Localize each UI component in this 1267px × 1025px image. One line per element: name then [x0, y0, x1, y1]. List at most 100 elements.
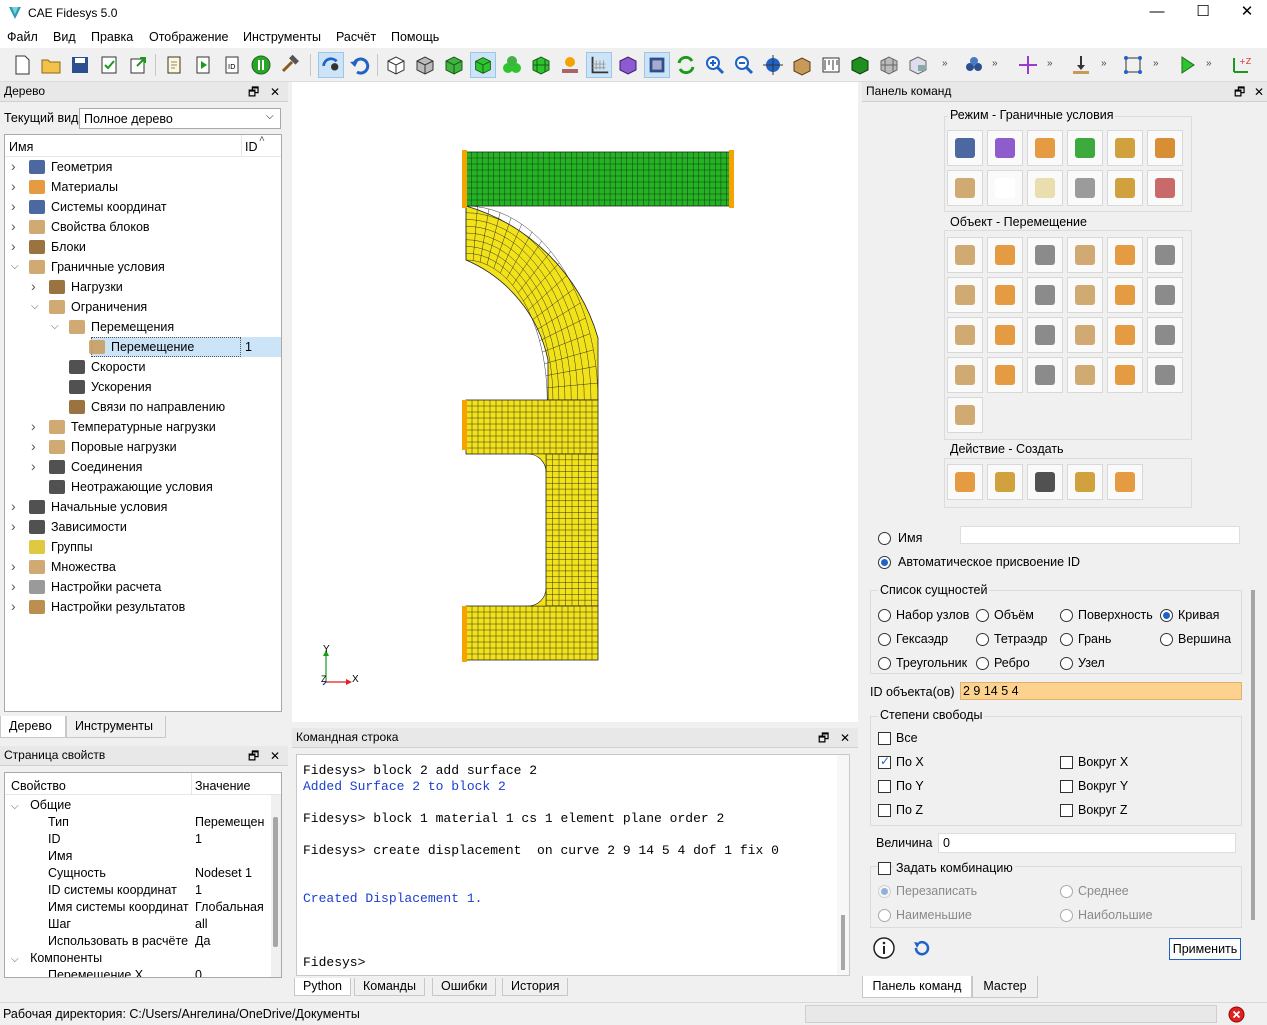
property-value[interactable]: 1: [195, 882, 269, 899]
tree-item[interactable]: › Системы координат: [5, 197, 281, 217]
joint-obj-icon[interactable]: [1067, 277, 1103, 313]
current-view-select[interactable]: Полное дерево ⌵: [79, 108, 281, 129]
chevron-right-icon[interactable]: ›: [11, 236, 21, 256]
direction-obj-icon[interactable]: [1147, 357, 1183, 393]
dof-checkbox[interactable]: [1060, 804, 1073, 817]
script-icon[interactable]: [161, 52, 187, 78]
dof-checkbox[interactable]: [1060, 780, 1073, 793]
velocity-obj-icon[interactable]: [947, 277, 983, 313]
tree-item[interactable]: Перемещение 1: [5, 337, 281, 357]
tree-item[interactable]: › Соединения: [5, 457, 281, 477]
group-general[interactable]: ⌵ Общие: [11, 797, 71, 814]
save-icon[interactable]: [67, 52, 93, 78]
menu-help[interactable]: Помощь: [391, 30, 439, 44]
cluster-icon[interactable]: [961, 52, 987, 78]
property-name[interactable]: Использовать в расчёте: [48, 933, 188, 950]
chevron-right-icon[interactable]: ›: [11, 496, 21, 516]
reset-icon[interactable]: [910, 936, 934, 960]
shrink-icon[interactable]: [905, 52, 931, 78]
chevron-right-icon[interactable]: ›: [11, 196, 21, 216]
probe-mode-icon[interactable]: [1147, 170, 1183, 206]
error-icon[interactable]: [1228, 1006, 1245, 1023]
green-cube-icon[interactable]: [847, 52, 873, 78]
flux-obj-icon[interactable]: [1027, 317, 1063, 353]
chevron-right-icon[interactable]: ›: [11, 576, 21, 596]
pore-obj-icon[interactable]: [947, 357, 983, 393]
hammer-icon[interactable]: [277, 52, 303, 78]
property-value[interactable]: [195, 848, 269, 865]
run-icon[interactable]: [1174, 52, 1200, 78]
zoom-out-icon[interactable]: [731, 52, 757, 78]
combination-checkbox[interactable]: [878, 862, 891, 875]
entity-radio[interactable]: [1160, 633, 1173, 646]
refresh-icon[interactable]: [673, 52, 699, 78]
acceleration-obj-icon[interactable]: [1027, 277, 1063, 313]
entity-radio[interactable]: [878, 609, 891, 622]
displacement-obj-icon[interactable]: [947, 237, 983, 273]
dof-checkbox[interactable]: [878, 780, 891, 793]
delete-action-icon[interactable]: [1107, 464, 1143, 500]
solid-cube-icon[interactable]: [470, 52, 496, 78]
geometry-mode-icon[interactable]: [947, 130, 983, 166]
command-scrollbar[interactable]: [837, 755, 849, 975]
maximize-button[interactable]: ☐: [1180, 0, 1226, 26]
star-obj-icon[interactable]: [1027, 357, 1063, 393]
property-value[interactable]: all: [195, 916, 269, 933]
axes-grid-icon[interactable]: [586, 52, 612, 78]
checklist-icon[interactable]: [96, 52, 122, 78]
modify-action-icon[interactable]: [987, 464, 1023, 500]
group-display-icon[interactable]: [499, 52, 525, 78]
gravity-obj-icon[interactable]: [1107, 237, 1143, 273]
menu-calc[interactable]: Расчёт: [336, 30, 376, 44]
close-icon[interactable]: ✕: [1254, 83, 1264, 102]
entity-radio[interactable]: [976, 657, 989, 670]
tree-item[interactable]: Неотражающие условия: [5, 477, 281, 497]
tab-command-panel[interactable]: Панель команд: [862, 976, 972, 998]
combo-max-radio[interactable]: [1060, 909, 1073, 922]
chevron-right-icon[interactable]: ›: [11, 216, 21, 236]
curve-mode-icon[interactable]: [1027, 170, 1063, 206]
property-value[interactable]: 1: [195, 831, 269, 848]
entity-radio[interactable]: [1060, 609, 1073, 622]
tree-item[interactable]: › Начальные условия: [5, 497, 281, 517]
minimize-button[interactable]: —: [1134, 0, 1180, 26]
tab-tree[interactable]: Дерево: [0, 716, 66, 738]
zoom-in-icon[interactable]: [702, 52, 728, 78]
name-radio[interactable]: [878, 532, 891, 545]
tree-item[interactable]: Скорости: [5, 357, 281, 377]
entity-radio[interactable]: [976, 609, 989, 622]
property-value[interactable]: Да: [195, 933, 269, 950]
convection-obj-icon[interactable]: [987, 317, 1023, 353]
contact-obj-icon[interactable]: [1107, 357, 1143, 393]
bc-display-icon[interactable]: [557, 52, 583, 78]
entity-radio[interactable]: [1060, 633, 1073, 646]
tree-item[interactable]: ⌵ Ограничения: [5, 297, 281, 317]
magnitude-input[interactable]: 0: [938, 833, 1236, 853]
viewports-icon[interactable]: [644, 52, 670, 78]
angular-obj-icon[interactable]: [987, 277, 1023, 313]
coord-mode-icon[interactable]: [1067, 130, 1103, 166]
shaded-cube-icon[interactable]: [441, 52, 467, 78]
scrollbar-thumb[interactable]: [841, 915, 845, 970]
create-action-icon[interactable]: [947, 464, 983, 500]
calculator-mode-icon[interactable]: [1067, 170, 1103, 206]
crosshair-icon[interactable]: [1015, 52, 1041, 78]
run-script-icon[interactable]: [190, 52, 216, 78]
id-icon[interactable]: ID: [219, 52, 245, 78]
entity-radio[interactable]: [878, 657, 891, 670]
tab-errors[interactable]: Ошибки: [432, 978, 497, 996]
dof-checkbox[interactable]: [1060, 756, 1073, 769]
entity-radio[interactable]: [1060, 657, 1073, 670]
property-name[interactable]: Тип: [48, 814, 69, 831]
menu-display[interactable]: Отображение: [149, 30, 228, 44]
float-icon[interactable]: 🗗: [248, 747, 259, 766]
material-mode-icon[interactable]: [1027, 130, 1063, 166]
name-input[interactable]: [960, 526, 1240, 544]
property-name[interactable]: Имя системы координат: [48, 899, 189, 916]
float-icon[interactable]: 🗗: [1234, 83, 1245, 102]
chevron-down-icon[interactable]: ⌵: [31, 297, 41, 317]
wireframe-cube-icon[interactable]: [383, 52, 409, 78]
float-icon[interactable]: 🗗: [248, 83, 259, 102]
chevron-right-icon[interactable]: ›: [11, 156, 21, 176]
node-frame-icon[interactable]: [1120, 52, 1146, 78]
